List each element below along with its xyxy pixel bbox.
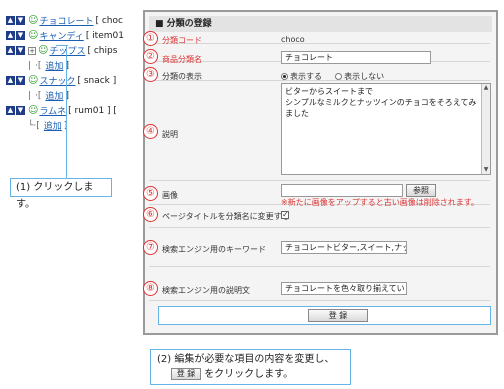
image-file-input[interactable] xyxy=(281,184,403,197)
move-arrows[interactable]: ▲ ▼ xyxy=(6,31,25,40)
move-arrows[interactable]: ▲ ▼ xyxy=(6,16,25,25)
step-number: ⑦ xyxy=(143,240,158,255)
step-number: ③ xyxy=(143,67,158,82)
down-arrow-icon[interactable]: ▼ xyxy=(16,16,25,25)
tree-subitem: └·[ 追加 ] xyxy=(28,119,67,133)
field-label-name: 商品分類名 xyxy=(162,55,202,64)
tree-branch-icon: ·[ xyxy=(35,90,42,101)
step-number: ④ xyxy=(143,124,158,139)
tree-item: ▲ ▼ ☺ ラムネ [ rum01 ] [ xyxy=(6,104,117,117)
smile-icon: ☺ xyxy=(28,30,39,41)
add-link[interactable]: 追加 xyxy=(45,89,63,102)
display-radio-group: 表示する 表示しない xyxy=(281,71,384,82)
tree-item: ▲ ▼ ☺ キャンディ [ item01 xyxy=(6,29,124,42)
tree-item-code: [ choc xyxy=(95,15,123,26)
tree-item: ▲ ▼ ☺ チョコレート [ choc xyxy=(6,14,123,27)
radio-hide-label: 表示しない xyxy=(344,72,385,81)
scroll-down-icon[interactable]: ▼ xyxy=(482,166,490,174)
description-line: ビターからスイートまで xyxy=(285,87,373,96)
callout-step2-line1: (2) 編集が必要な項目の内容を変更し、 xyxy=(157,354,335,365)
step-number: ⑧ xyxy=(143,281,158,296)
step-number: ② xyxy=(143,49,158,64)
field-label-code: 分類コード xyxy=(162,36,202,45)
tree-item-link[interactable]: スナック xyxy=(39,74,75,87)
step-number: ⑥ xyxy=(143,207,158,222)
move-arrows[interactable]: ▲ ▼ xyxy=(6,106,25,115)
seo-keywords-input[interactable]: チョコレートビター,スイート,ナッツ xyxy=(281,241,407,254)
up-arrow-icon[interactable]: ▲ xyxy=(6,46,15,55)
tree-item-code: [ item01 xyxy=(85,30,124,41)
down-arrow-icon[interactable]: ▼ xyxy=(16,46,25,55)
tree-branch-icon: | xyxy=(28,90,32,101)
tree-item-code: [ snack ] xyxy=(77,75,117,86)
register-button-sample: 登 録 xyxy=(171,368,201,380)
callout-step2: (2) 編集が必要な項目の内容を変更し、 登 録 をクリックします。 xyxy=(150,349,351,385)
down-arrow-icon[interactable]: ▼ xyxy=(16,76,25,85)
callout-step2-line2: をクリックします。 xyxy=(204,369,294,380)
description-line: シンプルなミルクとナッツインのチョコをそろえてみ xyxy=(285,98,477,107)
radio-show[interactable] xyxy=(281,73,288,80)
page-title-checkbox[interactable]: ✓ xyxy=(281,211,289,219)
down-arrow-icon[interactable]: ▼ xyxy=(16,106,25,115)
radio-hide[interactable] xyxy=(335,73,343,80)
browse-button[interactable]: 参照 xyxy=(406,184,436,197)
tree-branch-icon: ·[ xyxy=(35,60,42,71)
category-code-value: choco xyxy=(281,35,305,44)
register-button[interactable]: 登 録 xyxy=(308,309,368,322)
up-arrow-icon[interactable]: ▲ xyxy=(6,76,15,85)
smile-icon: ☺ xyxy=(38,45,49,56)
callout-step1: (1) クリックします。 xyxy=(10,178,112,210)
tree-item-link[interactable]: ラムネ xyxy=(39,104,66,117)
category-name-input[interactable]: チョコレート xyxy=(281,51,431,64)
row-divider xyxy=(149,227,490,228)
callout-step2-line2-wrap: 登 録 をクリックします。 xyxy=(157,367,344,382)
field-label-keywords: 検索エンジン用のキーワード xyxy=(162,245,266,254)
tree-branch-icon: └·[ xyxy=(28,120,40,131)
tree-subitem: | ·[ 追加 ] xyxy=(28,59,69,73)
expand-icon[interactable]: + xyxy=(28,46,36,55)
callout-connector xyxy=(66,45,67,178)
up-arrow-icon[interactable]: ▲ xyxy=(6,16,15,25)
field-label-description: 説明 xyxy=(162,130,178,139)
field-label-image: 画像 xyxy=(162,191,178,200)
add-link[interactable]: 追加 xyxy=(44,119,62,132)
panel-title: ■ 分類の登録 xyxy=(149,16,492,32)
row-divider xyxy=(149,300,490,301)
down-arrow-icon[interactable]: ▼ xyxy=(16,31,25,40)
seo-description-input[interactable]: チョコレートを色々取り揃えています xyxy=(281,282,407,295)
smile-icon: ☺ xyxy=(28,105,39,116)
field-label-seo-description: 検索エンジン用の説明文 xyxy=(162,286,250,295)
tree-item-link[interactable]: キャンディ xyxy=(39,29,83,42)
tree-subitem: | ·[ 追加 ] xyxy=(28,89,69,103)
description-textarea[interactable]: ビターからスイートまで シンプルなミルクとナッツインのチョコをそろえてみ ました… xyxy=(281,83,491,175)
field-label-page-title: ページタイトルを分類名に変更する xyxy=(162,212,290,221)
smile-icon: ☺ xyxy=(28,75,39,86)
textarea-scrollbar[interactable]: ▲ ▼ xyxy=(481,84,490,174)
tree-item-code: [ rum01 ] [ xyxy=(68,105,117,116)
up-arrow-icon[interactable]: ▲ xyxy=(6,31,15,40)
row-divider xyxy=(149,266,490,267)
tree-item-link[interactable]: チョコレート xyxy=(39,14,93,27)
smile-icon: ☺ xyxy=(28,15,39,26)
step-number: ⑤ xyxy=(143,186,158,201)
scroll-up-icon[interactable]: ▲ xyxy=(482,84,490,92)
radio-show-label: 表示する xyxy=(290,72,322,81)
step-number: ① xyxy=(143,31,158,46)
tree-item: ▲ ▼ ☺ スナック [ snack ] xyxy=(6,74,116,87)
tree-branch-icon: | xyxy=(28,60,32,71)
move-arrows[interactable]: ▲ ▼ xyxy=(6,46,25,55)
image-note: ※新たに画像をアップすると古い画像は削除されます。 xyxy=(281,198,479,207)
category-tree: ▲ ▼ ☺ チョコレート [ choc ▲ ▼ ☺ キャンディ [ item01 ▲… xyxy=(6,14,134,134)
description-line: ました xyxy=(285,109,309,118)
move-arrows[interactable]: ▲ ▼ xyxy=(6,76,25,85)
field-label-display: 分類の表示 xyxy=(162,72,202,81)
tree-item-code: [ chips xyxy=(87,45,118,56)
up-arrow-icon[interactable]: ▲ xyxy=(6,106,15,115)
add-link[interactable]: 追加 xyxy=(45,59,63,72)
row-divider xyxy=(149,180,490,181)
